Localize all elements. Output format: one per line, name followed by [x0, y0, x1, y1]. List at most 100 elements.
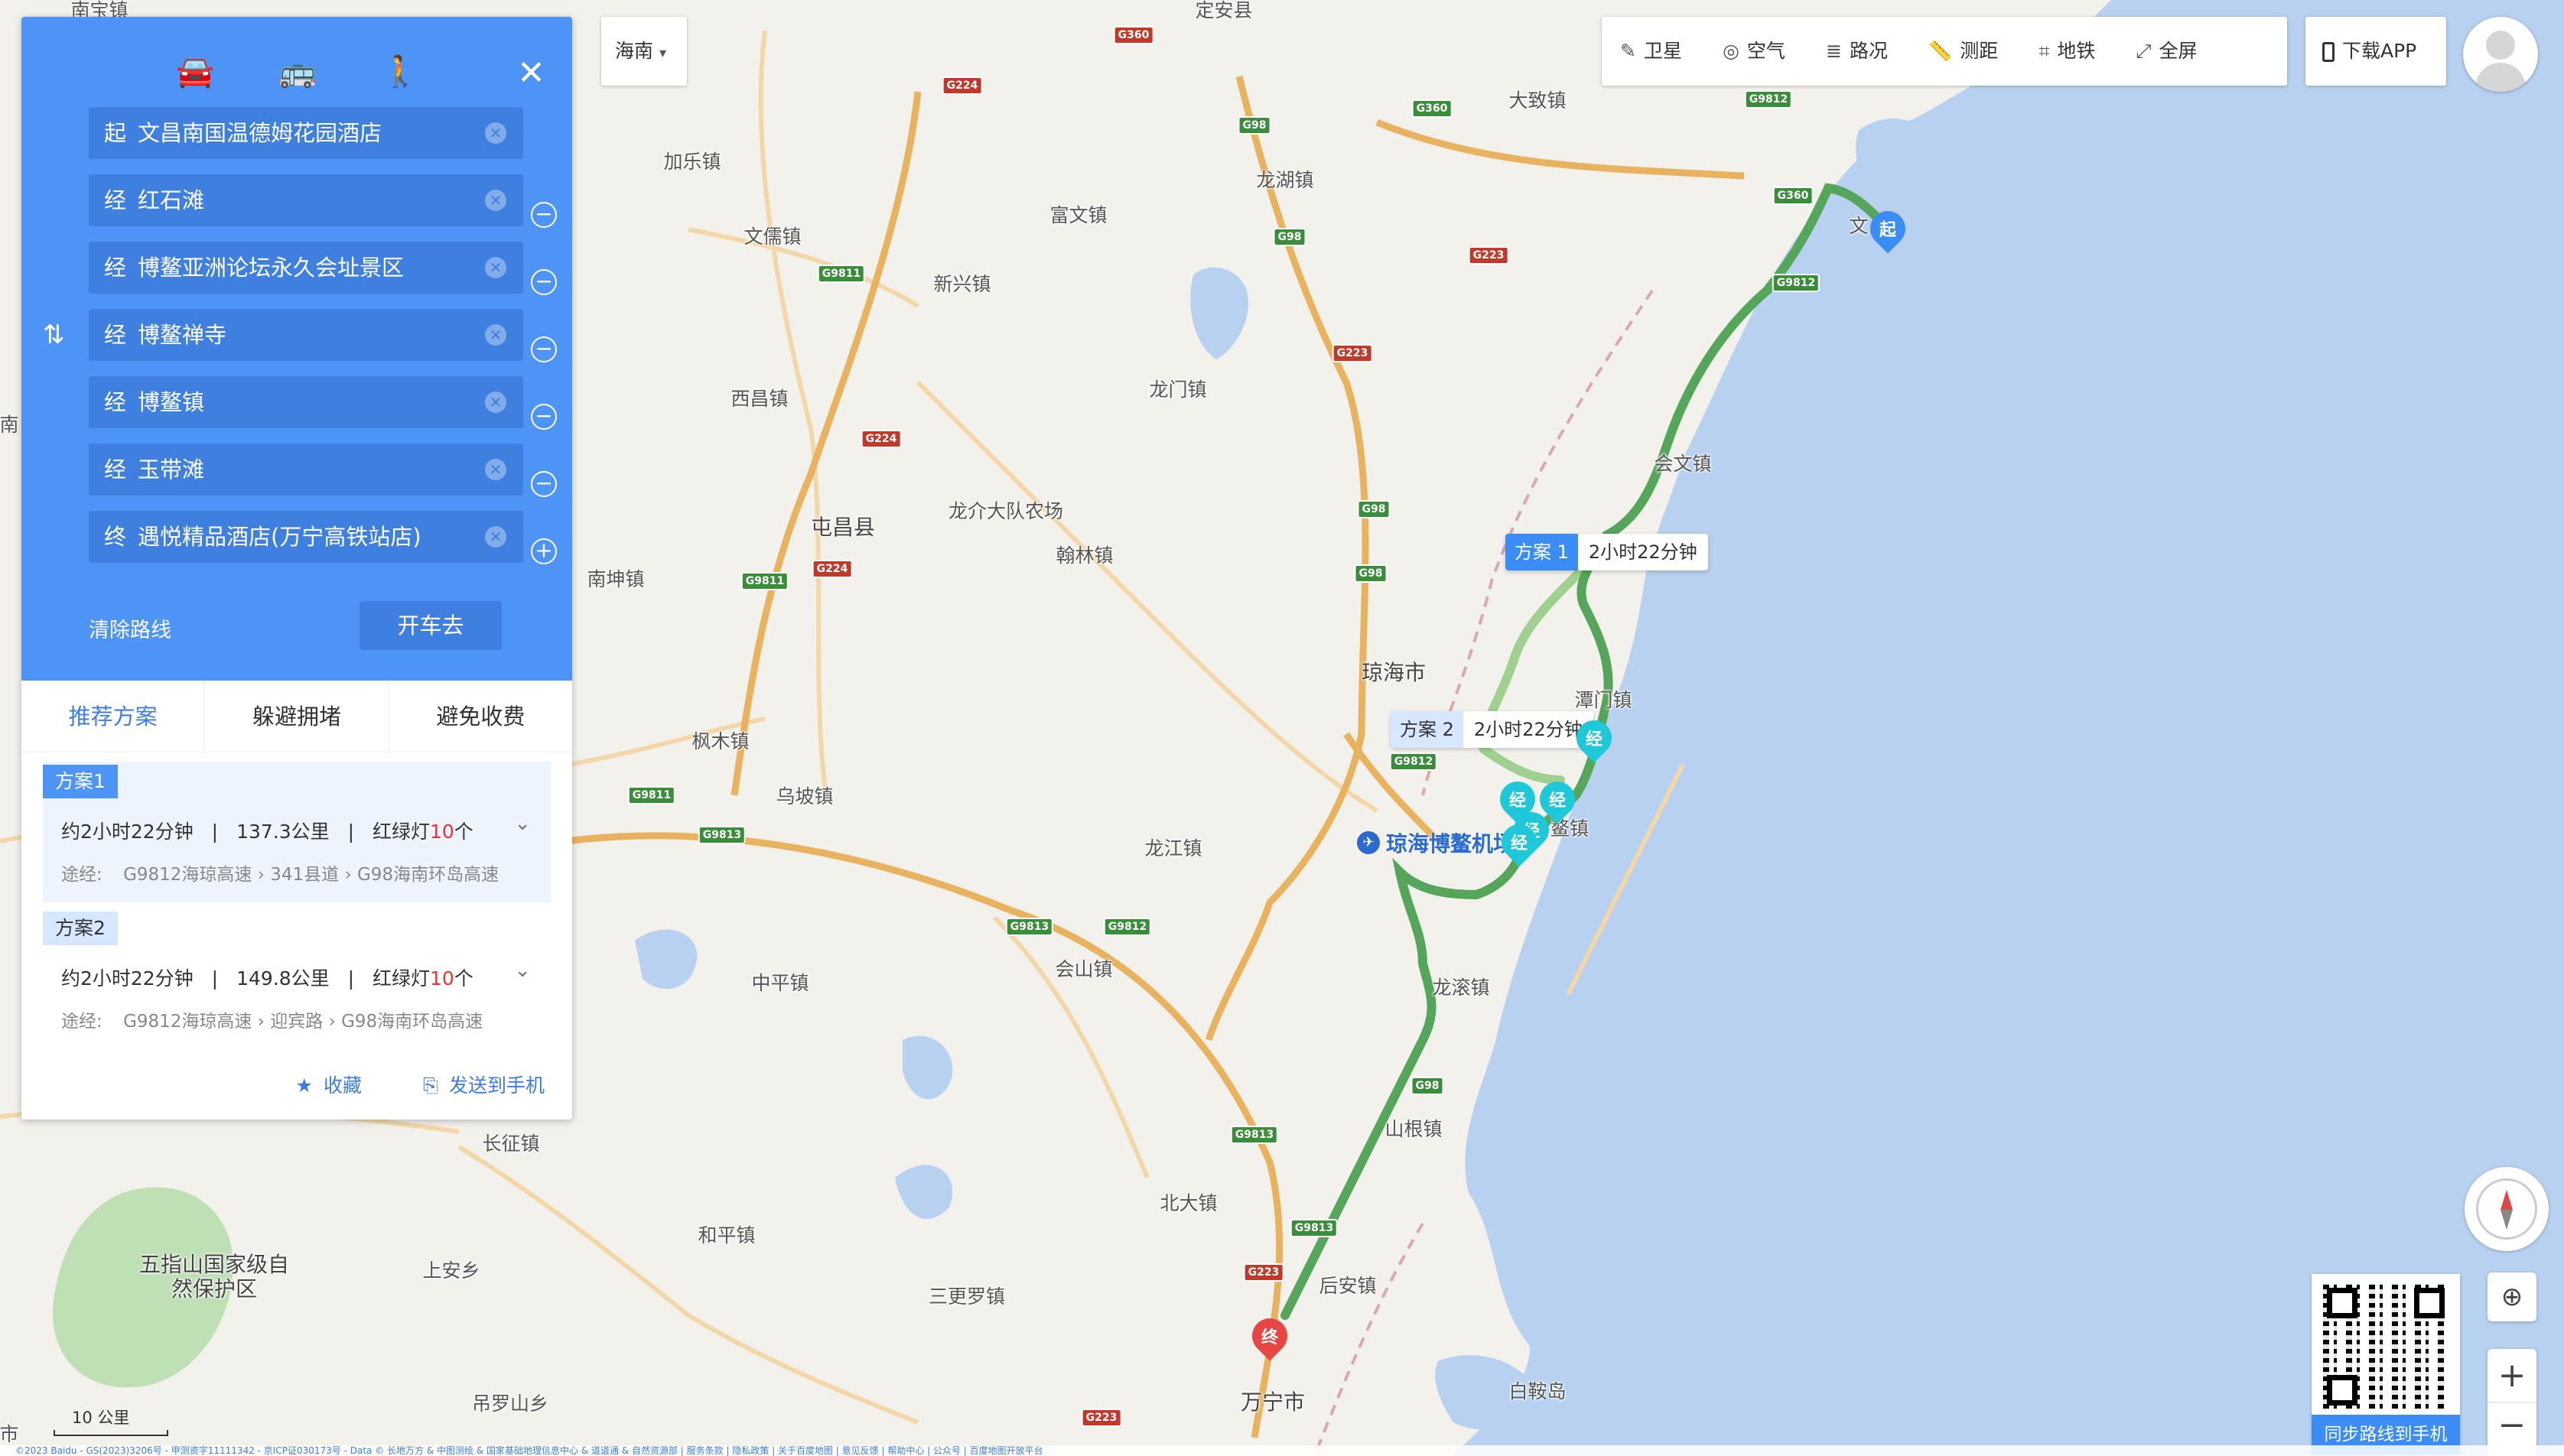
plan-via-road: G98海南环岛高速 — [341, 1012, 483, 1032]
place-label: 枫木镇 — [691, 730, 750, 752]
clear-stop-icon[interactable]: ✕ — [485, 526, 506, 548]
scale-label: 10 公里 — [72, 1409, 130, 1427]
clear-stop-icon[interactable]: ✕ — [485, 190, 506, 211]
stop-name: 遇悦精品酒店(万宁高铁站店) — [138, 524, 421, 550]
car-mode-icon[interactable]: 🚘 — [176, 54, 214, 89]
scale-bar: 10 公里 — [54, 1406, 168, 1436]
swap-stops-icon[interactable]: ⇅ — [43, 320, 65, 350]
subway-icon: ⌗ — [2039, 40, 2050, 62]
clear-stop-icon[interactable]: ✕ — [485, 257, 506, 278]
clear-stop-icon[interactable]: ✕ — [485, 392, 506, 413]
compass-needle-icon — [2501, 1190, 2513, 1210]
plan-lights-count: 10 — [430, 967, 454, 990]
stop-name: 博鳌镇 — [138, 389, 205, 415]
road-shield: G9811 — [740, 572, 789, 590]
place-label: 会文镇 — [1654, 453, 1712, 475]
place-label: 翰林镇 — [1056, 544, 1114, 567]
route-tag-plan-2[interactable]: 方案 2 2小时22分钟 — [1391, 711, 1593, 748]
toolbar-ruler[interactable]: 📏 测距 — [1910, 17, 2016, 86]
tab-avoid-congestion[interactable]: 躲避拥堵 — [205, 681, 389, 752]
toolbar-label: 地铁 — [2057, 40, 2096, 62]
toolbar-air[interactable]: ◎ 空气 — [1704, 17, 1804, 86]
send-to-phone-button[interactable]: ⎘ 发送到手机 — [423, 1071, 545, 1098]
plan-via-road: 341县道 — [270, 865, 340, 885]
download-app-label: 下载APP — [2342, 40, 2417, 62]
toolbar-subway[interactable]: ⌗ 地铁 — [2020, 17, 2113, 86]
tab-recommended[interactable]: 推荐方案 — [21, 681, 206, 752]
locate-button[interactable]: ⊕ — [2488, 1272, 2536, 1321]
toolbar-fullscreen[interactable]: ⤢ 全屏 — [2118, 17, 2216, 86]
route-stop-start[interactable]: 起文昌南国温德姆花园酒店 ✕ — [89, 107, 523, 159]
qr-sync-panel[interactable]: 同步路线到手机 — [2312, 1274, 2460, 1454]
stop-prefix: 经 — [104, 322, 127, 348]
locate-icon: ⊕ — [2501, 1282, 2523, 1312]
remove-stop-button[interactable]: − — [531, 471, 557, 497]
qr-finder — [2327, 1375, 2357, 1406]
road-shield: G360 — [1113, 26, 1154, 44]
road-shield: G224 — [812, 560, 853, 578]
route-stop-via[interactable]: 经博鳌镇 ✕ — [89, 376, 523, 428]
clear-stop-icon[interactable]: ✕ — [485, 324, 506, 346]
traffic-icon: ≣ — [1826, 40, 1842, 62]
route-stop-via[interactable]: 经博鳌禅寺 ✕ — [89, 309, 523, 361]
compass-control[interactable] — [2465, 1167, 2549, 1251]
stop-prefix: 经 — [104, 389, 127, 415]
route-tag-name: 方案 1 — [1505, 534, 1578, 570]
avatar-body — [2475, 63, 2526, 92]
place-label: 文 — [1849, 215, 1869, 237]
place-label: 定安县 — [1195, 0, 1253, 21]
walk-mode-icon[interactable]: 🚶 — [381, 54, 419, 89]
route-tag-plan-1[interactable]: 方案 1 2小时22分钟 — [1505, 534, 1708, 570]
place-label: 龙介大队农场 — [948, 500, 1064, 522]
route-plan-card-2[interactable]: 方案2 约2小时22分钟 | 149.8公里 | 红绿灯10个 途经: G981… — [43, 908, 551, 1049]
airport-marker[interactable]: ✈ 琼海博鳌机场 — [1357, 827, 1515, 858]
place-label: 和平镇 — [698, 1224, 756, 1246]
road-shield: G224 — [942, 76, 983, 95]
clear-stop-icon[interactable]: ✕ — [485, 122, 506, 144]
favorite-button[interactable]: ★ 收藏 — [296, 1071, 362, 1098]
clear-stop-icon[interactable]: ✕ — [485, 459, 506, 480]
toolbar-satellite[interactable]: ✎ 卫星 — [1602, 17, 1700, 86]
plan-lights-label: 红绿灯 — [372, 821, 430, 843]
remove-stop-button[interactable]: − — [531, 336, 557, 362]
remove-stop-button[interactable]: − — [531, 202, 557, 228]
remove-stop-button[interactable]: − — [531, 269, 557, 295]
chevron-down-icon[interactable]: ⌄ — [514, 812, 531, 835]
region-selector[interactable]: 海南 ▾ — [601, 17, 687, 86]
place-label: 南 — [0, 414, 19, 436]
place-label: 加乐镇 — [663, 151, 721, 173]
plan-badge: 方案2 — [43, 912, 118, 945]
route-stop-via[interactable]: 经玉带滩 ✕ — [89, 444, 523, 496]
plan-via-road: G9812海琼高速 — [123, 1012, 252, 1032]
stop-name: 文昌南国温德姆花园酒店 — [138, 120, 382, 146]
route-plan-card-1[interactable]: 方案1 约2小时22分钟 | 137.3公里 | 红绿灯10个 途经: G981… — [43, 762, 551, 902]
tab-avoid-tolls[interactable]: 避免收费 — [389, 681, 572, 752]
road-shield: G9813 — [1290, 1219, 1339, 1237]
place-label: 长征镇 — [482, 1133, 540, 1155]
clear-route-link[interactable]: 清除路线 — [89, 613, 171, 643]
route-stop-via[interactable]: 经博鳌亚洲论坛永久会址景区 ✕ — [89, 242, 523, 294]
zoom-in-button[interactable]: + — [2488, 1349, 2536, 1402]
route-stop-end[interactable]: 终遇悦精品酒店(万宁高铁站店) ✕ — [89, 511, 523, 563]
route-stop-via[interactable]: 经红石滩 ✕ — [89, 174, 523, 226]
toolbar-traffic[interactable]: ≣ 路况 — [1807, 17, 1906, 86]
stop-prefix: 终 — [104, 524, 127, 550]
close-icon[interactable]: ✕ — [517, 54, 545, 93]
send-icon: ⎘ — [422, 1074, 438, 1097]
place-label: 会山镇 — [1055, 958, 1113, 980]
air-quality-icon: ◎ — [1723, 40, 1739, 62]
chevron-down-icon[interactable]: ⌄ — [514, 959, 531, 982]
plan-via-road: G98海南环岛高速 — [356, 865, 499, 885]
place-label: 北大镇 — [1160, 1192, 1218, 1214]
avatar[interactable] — [2463, 17, 2538, 92]
place-label: 白鞍岛 — [1508, 1380, 1567, 1402]
bus-mode-icon[interactable]: 🚌 — [278, 54, 317, 89]
plan-via-label: 途经: — [61, 1012, 102, 1032]
download-app-button[interactable]: 下载APP — [2305, 17, 2446, 86]
drive-button[interactable]: 开车去 — [360, 601, 502, 650]
copyright-bar: ©2023 Baidu - GS(2023)3206号 - 甲测资字111113… — [0, 1445, 2564, 1456]
add-stop-button[interactable]: + — [531, 538, 557, 564]
satellite-icon: ✎ — [1620, 40, 1636, 62]
plan-via: 途经: G9812海琼高速 › 341县道 › G98海南环岛高速 — [61, 860, 532, 886]
remove-stop-button[interactable]: − — [531, 404, 557, 430]
